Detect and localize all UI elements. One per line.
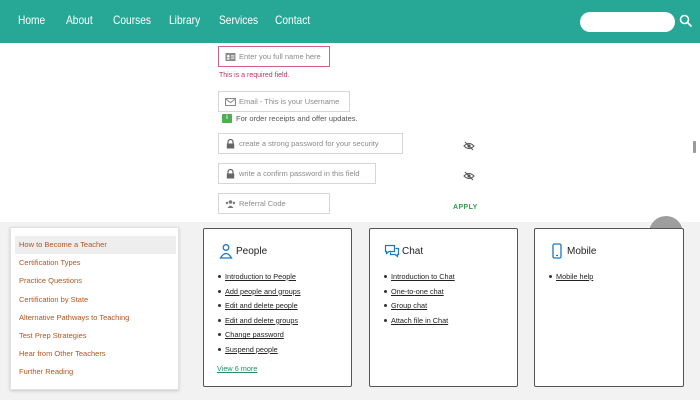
referral-code-placeholder: Referral Code (239, 199, 286, 208)
password-placeholder: create a strong password for your securi… (239, 139, 379, 148)
chat-link[interactable]: Introduction to Chat (391, 272, 455, 281)
people-link[interactable]: Change password (225, 330, 284, 339)
mobile-title: Mobile (567, 246, 597, 257)
lock-icon (226, 139, 235, 149)
name-error-message: This is a required field. (219, 72, 290, 79)
mobile-card: Mobile Mobile help (534, 228, 684, 387)
toc-item[interactable]: Practice Questions (15, 272, 176, 290)
chat-link[interactable]: Attach file in Chat (391, 316, 448, 325)
view-more-link[interactable]: View 6 more (217, 364, 257, 373)
mobile-links: Mobile help (549, 271, 593, 286)
people-link[interactable]: Edit and delete people (225, 301, 298, 310)
chat-title: Chat (402, 246, 424, 257)
toc-item[interactable]: Test Prep Strategies (15, 327, 176, 345)
eye-slash-icon[interactable] (463, 141, 475, 151)
search-input[interactable] (580, 12, 675, 32)
confirm-password-placeholder: write a confirm password in this field (239, 169, 360, 178)
page: Home About Courses Library Services Cont… (0, 0, 700, 400)
list-item: One-to-one chat (384, 286, 455, 301)
table-of-contents: How to Become a Teacher Certification Typ… (10, 227, 179, 390)
people-title: People (236, 246, 268, 257)
list-item: Suspend people (218, 344, 300, 359)
people-links: Introduction to People Add people and gr… (218, 271, 300, 359)
email-placeholder: Email - This is your Username (239, 97, 340, 106)
top-navbar: Home About Courses Library Services Cont… (0, 0, 700, 43)
search-icon[interactable] (679, 14, 693, 28)
people-link[interactable]: Edit and delete groups (225, 316, 298, 325)
id-card-icon (225, 53, 236, 61)
toc-item[interactable]: Hear from Other Teachers (15, 345, 176, 363)
list-item: Add people and groups (218, 286, 300, 301)
confirm-password-field[interactable]: write a confirm password in this field (218, 163, 376, 184)
scrollbar-thumb[interactable] (693, 141, 696, 153)
toc-item[interactable]: How to Become a Teacher (15, 236, 176, 254)
email-field[interactable]: Email - This is your Username (218, 91, 350, 112)
nav-home[interactable]: Home (18, 13, 45, 27)
people-link[interactable]: Add people and groups (225, 287, 300, 296)
chat-link[interactable]: Group chat (391, 301, 427, 310)
list-item: Change password (218, 329, 300, 344)
list-item: Edit and delete groups (218, 315, 300, 330)
nav-services[interactable]: Services (219, 13, 258, 27)
nav-about[interactable]: About (66, 13, 93, 27)
person-icon (219, 244, 233, 259)
toc-item[interactable]: Certification by State (15, 291, 176, 309)
lock-icon (226, 169, 235, 179)
envelope-icon (225, 98, 236, 106)
nav-library[interactable]: Library (169, 13, 200, 27)
chat-link[interactable]: One-to-one chat (391, 287, 444, 296)
users-icon (225, 200, 236, 208)
mobile-link[interactable]: Mobile help (556, 272, 593, 281)
mobile-phone-icon (552, 243, 562, 259)
full-name-field[interactable]: Enter you full name here (218, 46, 330, 67)
people-card: People Introduction to People Add people… (203, 228, 352, 387)
chat-links: Introduction to Chat One-to-one chat Gro… (384, 271, 455, 329)
toc-item[interactable]: Further Reading (15, 363, 176, 381)
info-badge: i (222, 114, 232, 123)
full-name-placeholder: Enter you full name here (239, 52, 321, 61)
chat-bubbles-icon (384, 244, 400, 258)
people-link[interactable]: Suspend people (225, 345, 278, 354)
list-item: Introduction to People (218, 271, 300, 286)
list-item: Attach file in Chat (384, 315, 455, 330)
password-field[interactable]: create a strong password for your securi… (218, 133, 403, 154)
referral-code-field[interactable]: Referral Code (218, 193, 330, 214)
people-link[interactable]: Introduction to People (225, 272, 296, 281)
toc-item[interactable]: Certification Types (15, 254, 176, 272)
email-hint: For order receipts and offer updates. (236, 114, 358, 123)
list-item: Group chat (384, 300, 455, 315)
list-item: Mobile help (549, 271, 593, 286)
apply-button[interactable]: APPLY (453, 204, 478, 211)
chat-card: Chat Introduction to Chat One-to-one cha… (369, 228, 518, 387)
list-item: Edit and delete people (218, 300, 300, 315)
list-item: Introduction to Chat (384, 271, 455, 286)
nav-courses[interactable]: Courses (113, 13, 151, 27)
nav-contact[interactable]: Contact (275, 13, 310, 27)
eye-slash-icon[interactable] (463, 171, 475, 181)
toc-item[interactable]: Alternative Pathways to Teaching (15, 309, 176, 327)
